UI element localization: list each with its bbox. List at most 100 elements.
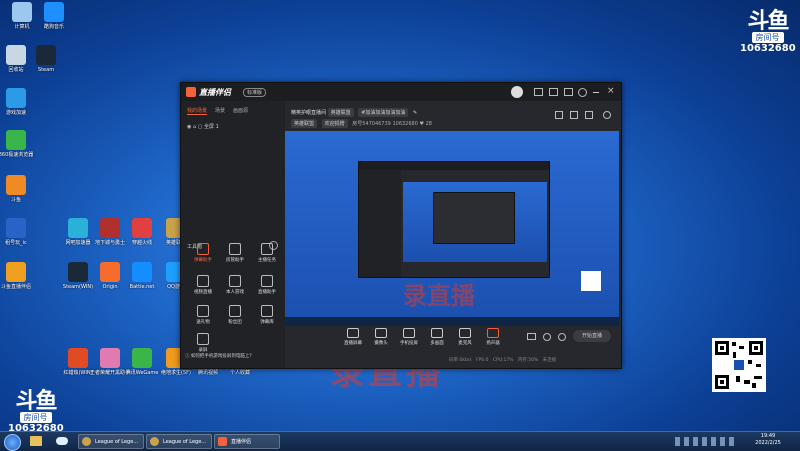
tool-item[interactable]: 弹幕助手 bbox=[191, 243, 215, 263]
app-icon bbox=[6, 175, 26, 195]
tool-item[interactable]: 录屏 bbox=[191, 333, 215, 353]
title-bar[interactable]: 直播伴侣 标准版 × bbox=[181, 83, 621, 101]
desktop-icon[interactable]: 斗鱼直播伴侣 bbox=[0, 262, 36, 290]
app-icon bbox=[68, 262, 88, 282]
fans-icon: ♥ bbox=[419, 121, 424, 127]
control-button[interactable]: 手机投屏 bbox=[397, 328, 421, 346]
scene-label: 全屏 1 bbox=[204, 124, 219, 130]
nested-window-2 bbox=[433, 192, 515, 244]
settings-icon[interactable] bbox=[578, 88, 587, 97]
tool-item[interactable]: 主播任务 bbox=[255, 243, 279, 263]
tool-icon bbox=[197, 243, 209, 255]
room-label: 房间号 bbox=[751, 32, 784, 43]
row2-tag-2[interactable]: 欢迎捐赠 bbox=[321, 119, 348, 128]
streaming-app-window[interactable]: 直播伴侣 标准版 × 我的场景 场景 画面源 ◉ ⌂ ▢ 全屏 1 工具箱 弹幕助手… bbox=[180, 82, 622, 369]
row2-tag-1[interactable]: 英雄联盟 bbox=[291, 119, 318, 128]
menu-icon[interactable] bbox=[534, 88, 543, 96]
tool-label: 送礼物 bbox=[196, 320, 210, 325]
control-button[interactable]: 摄像头 bbox=[369, 328, 393, 346]
control-button[interactable]: 直播屏幕 bbox=[341, 328, 365, 346]
tool-item[interactable]: 本人游戏 bbox=[223, 275, 247, 295]
minimize-icon[interactable] bbox=[593, 92, 599, 93]
app-title: 直播伴侣 bbox=[199, 88, 231, 97]
tool-item[interactable]: 直播助手 bbox=[255, 275, 279, 295]
app-icon bbox=[36, 45, 56, 65]
stream-preview[interactable]: 录直播 bbox=[285, 131, 619, 326]
tool-icon bbox=[261, 275, 273, 287]
close-icon[interactable]: × bbox=[607, 86, 615, 96]
gift-icon[interactable] bbox=[549, 88, 558, 96]
desktop-icon[interactable]: Steam bbox=[26, 45, 66, 73]
tool-icon bbox=[197, 333, 209, 345]
cloud-icon[interactable] bbox=[56, 437, 68, 445]
tool-item[interactable]: 粉丝团 bbox=[223, 305, 247, 325]
tool-item[interactable]: 视频直播 bbox=[191, 275, 215, 295]
clock-date: 2022/2/25 bbox=[755, 440, 781, 446]
preview-taskbar bbox=[285, 317, 619, 326]
desktop-icon[interactable]: 游戏加速 bbox=[0, 88, 36, 116]
gear-icon[interactable] bbox=[558, 333, 566, 341]
desktop-icon[interactable]: 酷狗音乐 bbox=[34, 2, 74, 30]
desktop-icon[interactable]: 360极速浏览器 bbox=[0, 130, 36, 158]
message-icon[interactable] bbox=[564, 88, 573, 96]
control-icon bbox=[487, 328, 499, 338]
control-button[interactable]: 扬声器 bbox=[481, 328, 505, 346]
tool-item[interactable]: 弹幕库 bbox=[255, 305, 279, 325]
app-icon bbox=[100, 348, 120, 368]
start-live-button[interactable]: 开始直播 bbox=[573, 330, 611, 342]
control-icon bbox=[403, 328, 415, 338]
control-label: 摄像头 bbox=[374, 341, 388, 346]
app-icon bbox=[132, 262, 152, 282]
stream-tag[interactable]: #加油加油加油加油 bbox=[358, 108, 409, 117]
nested-preview bbox=[403, 182, 547, 262]
preview-watermark: 录直播 bbox=[403, 282, 475, 310]
desktop-icon-label: 斗鱼直播伴侣 bbox=[0, 284, 31, 290]
layout-icon[interactable] bbox=[585, 111, 593, 119]
tab-scenes[interactable]: 场景 bbox=[215, 107, 225, 114]
scene-item[interactable]: ◉ ⌂ ▢ 全屏 1 bbox=[187, 123, 219, 130]
tool-item[interactable]: 房管助手 bbox=[223, 243, 247, 263]
eye-icon[interactable]: ◉ ⌂ ▢ bbox=[187, 124, 204, 130]
app-icon bbox=[12, 2, 32, 22]
left-panel: 我的场景 场景 画面源 ◉ ⌂ ▢ 全屏 1 工具箱 弹幕助手 房管助手 主播任务 视频直… bbox=[181, 101, 285, 368]
bottom-notice[interactable]: ⓘ 如何把手机游戏投屏到电脑上？ bbox=[185, 353, 281, 359]
app-icon bbox=[132, 218, 152, 238]
tool-item[interactable]: 送礼物 bbox=[191, 305, 215, 325]
stream-category[interactable]: 英雄联盟 bbox=[327, 108, 354, 117]
control-button[interactable]: 麦克风 bbox=[453, 328, 477, 346]
video-icon[interactable] bbox=[527, 333, 536, 340]
control-button[interactable]: 多画面 bbox=[425, 328, 449, 346]
desktop-icon[interactable]: 斗鱼 bbox=[0, 175, 36, 203]
desktop-icon-label: 租号玩_ic bbox=[5, 240, 27, 246]
notice-text: 如何把手机游戏投屏到电脑上？ bbox=[190, 354, 254, 359]
tab-sources[interactable]: 画面源 bbox=[233, 107, 248, 114]
pin-icon[interactable] bbox=[570, 111, 578, 119]
room-label: 房间号 bbox=[19, 412, 52, 423]
tray-icons[interactable] bbox=[675, 437, 735, 446]
start-button[interactable] bbox=[4, 434, 21, 451]
lock-icon[interactable] bbox=[555, 111, 563, 119]
desktop-icon[interactable]: 租号玩_ic bbox=[0, 218, 36, 246]
app-logo-icon bbox=[186, 87, 196, 97]
share-icon[interactable] bbox=[603, 111, 611, 119]
stream-info-row-2: 英雄联盟 欢迎捐赠 房号547046739 10632680 ♥ 28 bbox=[291, 119, 432, 128]
tool-icon bbox=[197, 275, 209, 287]
room-number: 10632680 bbox=[740, 43, 796, 54]
fans-count: 28 bbox=[425, 121, 432, 127]
stream-title[interactable]: 精英护眼直播间 bbox=[291, 110, 326, 116]
room-id: 10632680 bbox=[392, 121, 418, 127]
avatar[interactable] bbox=[511, 86, 523, 98]
app-icon bbox=[132, 348, 152, 368]
tab-my-scenes[interactable]: 我的场景 bbox=[187, 107, 208, 115]
record-icon[interactable] bbox=[543, 333, 551, 341]
desktop-icon-label: 个人收藏 bbox=[229, 370, 250, 376]
edit-icon[interactable]: ✎ bbox=[413, 110, 417, 116]
app-icon bbox=[6, 45, 26, 65]
preview-qr bbox=[581, 271, 601, 291]
clock[interactable]: 19:49 2022/2/25 bbox=[748, 433, 788, 447]
explorer-icon[interactable] bbox=[30, 436, 42, 446]
tool-label: 弹幕助手 bbox=[194, 258, 212, 263]
status-fps: FPS:0 bbox=[476, 358, 489, 363]
lol-taskbar-icon-2 bbox=[150, 437, 159, 446]
control-icon bbox=[347, 328, 359, 338]
